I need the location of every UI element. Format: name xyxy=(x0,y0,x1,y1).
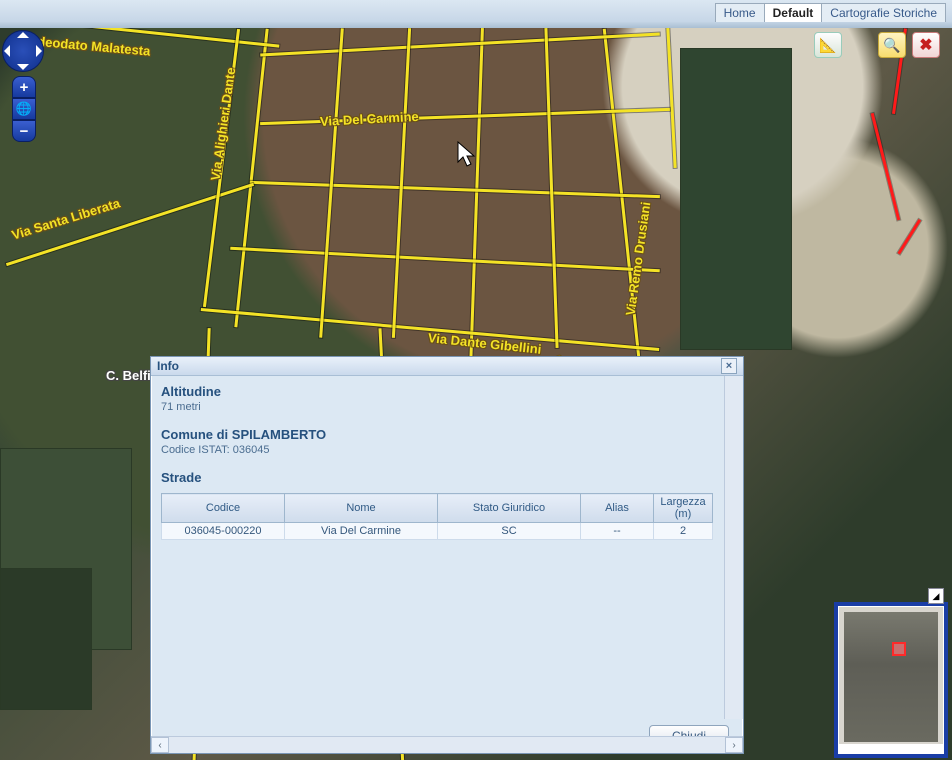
cell-codice: 036045-000220 xyxy=(162,523,285,540)
hscroll-left-icon[interactable]: ‹ xyxy=(151,737,169,753)
search-icon: 🔍 xyxy=(883,37,900,54)
tab-historic[interactable]: Cartografie Storiche xyxy=(821,3,946,23)
col-stato[interactable]: Stato Giuridico xyxy=(438,494,581,523)
col-alias[interactable]: Alias xyxy=(581,494,654,523)
col-nome[interactable]: Nome xyxy=(285,494,438,523)
zoom-in-button[interactable]: + xyxy=(12,76,36,98)
pan-right-icon[interactable] xyxy=(36,45,42,57)
col-larghezza[interactable]: Largezza (m) xyxy=(654,494,713,523)
istat-label: Codice ISTAT: 036045 xyxy=(161,444,721,456)
ruler-icon: 📐 xyxy=(819,37,836,54)
info-hscrollbar[interactable]: ‹ › xyxy=(151,736,743,753)
close-icon: ✖ xyxy=(919,35,932,55)
info-vscrollbar[interactable] xyxy=(724,376,743,719)
nav-cluster: + 🌐 − xyxy=(2,30,46,142)
altitude-label: Altitudine xyxy=(161,384,721,399)
measure-button[interactable]: 📐 xyxy=(814,32,842,58)
field-patch xyxy=(0,568,92,710)
col-codice[interactable]: Codice xyxy=(162,494,285,523)
zoom-out-button[interactable]: − xyxy=(12,120,36,142)
zoom-world-button[interactable]: 🌐 xyxy=(12,98,36,120)
layer-tabs: Home Default Cartografie Storiche xyxy=(716,3,946,23)
info-titlebar[interactable]: Info × xyxy=(151,357,743,376)
info-body: Altitudine 71 metri Comune di SPILAMBERT… xyxy=(151,376,743,719)
tab-default[interactable]: Default xyxy=(764,3,823,23)
info-window: Info × Altitudine 71 metri Comune di SPI… xyxy=(150,356,744,754)
overview-toggle-button[interactable]: ◢ xyxy=(928,588,944,604)
cell-larghezza: 2 xyxy=(654,523,713,540)
info-title: Info xyxy=(157,359,179,373)
info-close-x[interactable]: × xyxy=(721,358,737,374)
hscroll-right-icon[interactable]: › xyxy=(725,737,743,753)
zoom-stack: + 🌐 − xyxy=(2,76,46,142)
overview-footer xyxy=(838,744,944,754)
tab-home[interactable]: Home xyxy=(715,3,765,23)
pan-down-icon[interactable] xyxy=(17,64,29,70)
cell-nome: Via Del Carmine xyxy=(285,523,438,540)
search-button[interactable]: 🔍 xyxy=(878,32,906,58)
table-row[interactable]: 036045-000220 Via Del Carmine SC -- 2 xyxy=(162,523,713,540)
pan-compass xyxy=(2,30,44,72)
overview-map[interactable]: ◢ xyxy=(834,602,948,758)
pan-up-icon[interactable] xyxy=(17,32,29,38)
altitude-value: 71 metri xyxy=(161,401,721,413)
comune-label: Comune di SPILAMBERTO xyxy=(161,427,721,442)
cell-alias: -- xyxy=(581,523,654,540)
strade-heading: Strade xyxy=(161,470,721,485)
field-patch xyxy=(680,48,792,350)
overview-imagery xyxy=(844,612,938,742)
pan-left-icon[interactable] xyxy=(4,45,10,57)
cell-stato: SC xyxy=(438,523,581,540)
close-tool-button[interactable]: ✖ xyxy=(912,32,940,58)
overview-extent-marker[interactable] xyxy=(892,642,906,656)
strade-table: Codice Nome Stato Giuridico Alias Largez… xyxy=(161,493,713,540)
